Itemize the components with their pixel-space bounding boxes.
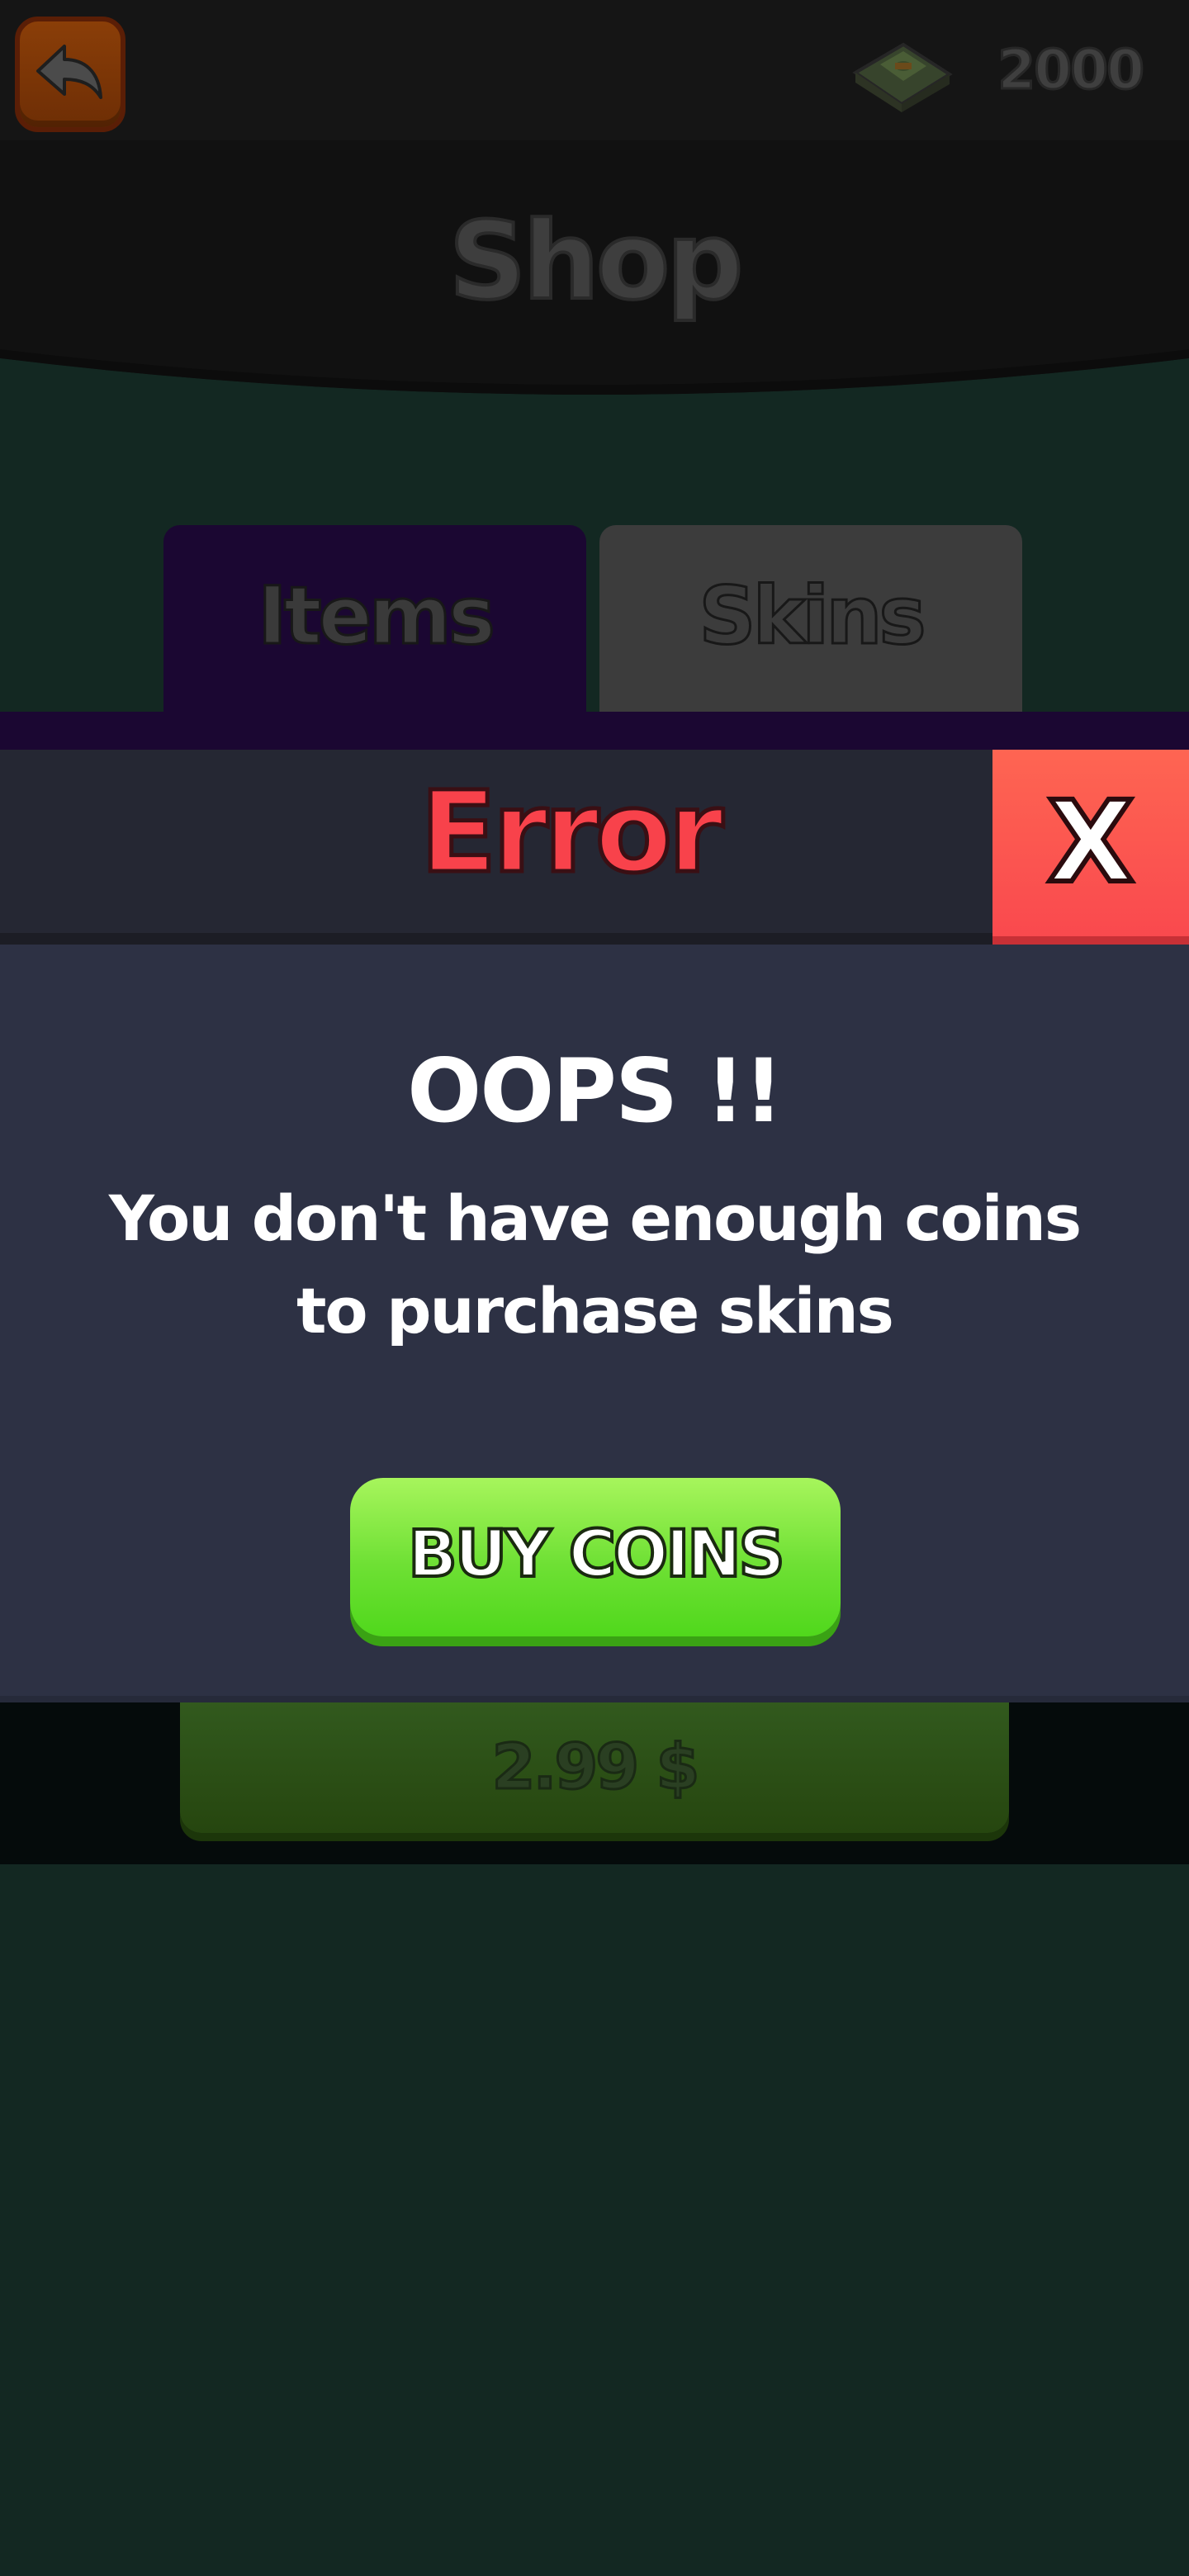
shop-screen: 2000 Shop Items Skins 2.99 $ Error X OOP… [0, 0, 1189, 2576]
coin-amount: 2000 [997, 37, 1146, 103]
error-title: Error [418, 766, 726, 901]
price-button[interactable]: 2.99 $ [180, 1699, 1009, 1833]
buy-coins-button[interactable]: BUY COINS [350, 1478, 841, 1636]
tab-items-label: Items [257, 569, 497, 664]
tab-content-top [0, 712, 1189, 751]
back-arrow-icon [36, 45, 102, 99]
tab-items[interactable]: Items [163, 525, 586, 715]
back-button[interactable] [15, 17, 126, 132]
cash-stack-icon [852, 42, 953, 112]
price-label: 2.99 $ [490, 1728, 701, 1804]
tab-skins[interactable]: Skins [599, 525, 1022, 715]
tab-skins-label: Skins [698, 569, 927, 664]
close-button[interactable]: X [992, 750, 1189, 945]
error-message: You don't have enough coins to purchase … [108, 1181, 1082, 1347]
buy-coins-label: BUY COINS [406, 1516, 786, 1593]
modal-body-bottom-edge [0, 1696, 1189, 1702]
error-heading: OOPS !! [407, 1040, 784, 1142]
page-title: Shop [448, 197, 746, 325]
close-icon: X [1045, 775, 1137, 911]
